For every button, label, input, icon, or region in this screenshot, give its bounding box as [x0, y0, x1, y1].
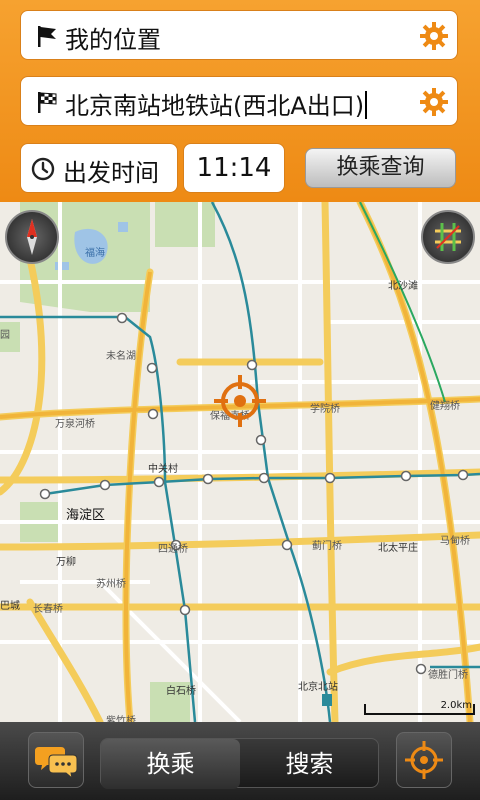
chat-bubbles-icon [35, 747, 78, 780]
map-label-baishi: 白石桥 [166, 686, 196, 697]
map-label-beitaiping: 北太平庄 [378, 543, 418, 554]
locate-me-button[interactable] [396, 732, 452, 788]
map-layers-button[interactable] [421, 210, 475, 264]
start-field[interactable]: 我的位置 [20, 10, 458, 60]
map-label-deshengmen: 德胜门桥 [428, 670, 468, 681]
map-label-changchun: 长春桥 [33, 604, 63, 615]
gear-icon[interactable] [419, 21, 449, 51]
tab-transfer[interactable]: 换乘 [101, 739, 240, 789]
map-label-haidian: 海淀区 [66, 508, 106, 523]
map-label-wanquanhe: 万泉河桥 [55, 419, 95, 430]
bottom-toolbar: 换乘 搜索 [0, 722, 480, 800]
map-label-beishawa: 北沙滩 [388, 281, 418, 292]
route-panel: 我的位置 北京南站地铁站(西北A出口) 出发时间 11:14 换乘查询 [0, 0, 480, 202]
map-label-zizhu: 紫竹桥 [106, 716, 136, 722]
scale-label: 2.0km [440, 700, 472, 711]
depart-time-value[interactable]: 11:14 [183, 143, 285, 193]
map-label-suzhou: 苏州桥 [96, 579, 126, 590]
map-label-weiminghu: 未名湖 [106, 351, 136, 362]
tab-search[interactable]: 搜索 [240, 739, 379, 789]
flag-icon [38, 26, 56, 47]
compass-button[interactable] [5, 210, 59, 264]
checkered-flag-icon [38, 92, 57, 113]
mode-tabs: 换乘 搜索 [100, 738, 379, 789]
compass-icon [27, 219, 37, 255]
end-field[interactable]: 北京南站地铁站(西北A出口) [20, 76, 458, 126]
map-label-xueyuan: 学院桥 [310, 404, 340, 415]
gear-icon[interactable] [419, 87, 449, 117]
map-label-zhongguancun: 中关村 [148, 464, 178, 475]
locate-target-icon [405, 741, 443, 779]
location-target-icon [214, 375, 266, 427]
end-label-wrap: 北京南站地铁站(西北A出口) [65, 86, 368, 121]
depart-time-button[interactable]: 出发时间 [20, 143, 178, 193]
depart-label: 出发时间 [63, 159, 159, 187]
end-label: 北京南站地铁站(西北A出口) [65, 92, 365, 120]
map-label-fuhai: 福海 [85, 248, 105, 259]
map-label-yuan: 园 [0, 330, 10, 341]
map-label-cheng: 巴城 [0, 601, 20, 612]
map-label-madian: 马甸桥 [440, 536, 470, 547]
map-label-sitong: 四通桥 [158, 544, 188, 555]
map-label-jianxiang: 健翔桥 [430, 401, 460, 412]
transfer-query-button[interactable]: 换乘查询 [305, 148, 456, 188]
map-view[interactable]: 福海 北沙滩 未名湖 万泉河桥 保福寺桥 学院桥 健翔桥 中关村 海淀区 万柳 … [0, 202, 480, 722]
grid-layers-icon [435, 223, 461, 251]
feedback-button[interactable] [28, 732, 84, 788]
clock-icon [31, 157, 55, 181]
text-cursor [365, 91, 368, 119]
map-scale-bar: 2.0km [364, 700, 476, 716]
start-label: 我的位置 [65, 26, 161, 54]
map-label-wanliu: 万柳 [56, 557, 76, 568]
map-label-beijingbei: 北京北站 [298, 682, 338, 693]
map-label-jimen: 蓟门桥 [312, 541, 342, 552]
